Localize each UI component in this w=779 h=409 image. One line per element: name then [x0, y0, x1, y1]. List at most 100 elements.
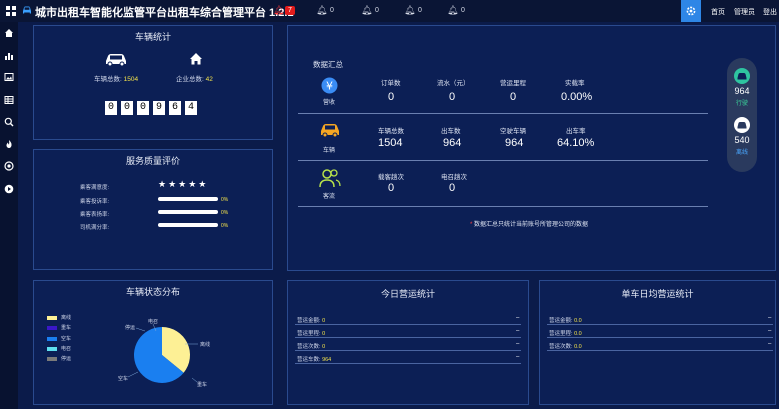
play-icon[interactable] — [3, 183, 15, 195]
stat-dash: – — [516, 315, 520, 321]
turnover-value: 0 — [449, 91, 456, 103]
praise-rate-label: 乘客表扬率: — [80, 212, 110, 218]
pie-label-call: 电召 — [148, 318, 158, 325]
company-total-value: 42 — [205, 76, 213, 83]
legend-item[interactable]: 空车 — [47, 335, 71, 342]
flame-icon[interactable] — [3, 138, 15, 150]
nav-admin-link[interactable]: 管理员 — [734, 7, 755, 17]
turnover-label: 流水（元） — [437, 80, 470, 87]
offline-count: 540 — [734, 135, 750, 145]
pie-label-empty: 空车 — [118, 375, 128, 382]
complaint-rate-value: 0% — [221, 197, 229, 203]
order-count-value: 0 — [388, 91, 395, 103]
nav-home-link[interactable]: 首页 — [711, 7, 725, 17]
stat-row: 营运金额: 0.0 — [549, 318, 582, 324]
service-quality-panel: 服务质量评价 乘客满意度: ★★★★★ 乘客投诉率: 0% 乘客表扬率: 0% … — [33, 149, 273, 270]
panel-title: 车辆统计 — [134, 32, 171, 42]
bell-icon[interactable]: 🔔︎ — [447, 5, 458, 16]
apps-grid-icon[interactable] — [6, 6, 16, 16]
stat-dash: – — [516, 328, 520, 334]
taxi-icon — [321, 124, 339, 138]
stat-row: 营运里程: 0 — [297, 331, 326, 337]
table-icon[interactable] — [3, 94, 15, 106]
status-pie-chart: 电召 停运 离线 空车 重车 — [118, 318, 210, 388]
digit-box: 6 — [169, 101, 181, 115]
home-icon[interactable] — [3, 27, 15, 39]
nav-logout-link[interactable]: 登出 — [763, 7, 777, 17]
stat-line — [295, 324, 521, 325]
digit-box: 0 — [121, 101, 133, 115]
trips-value: 0 — [388, 182, 395, 194]
camera-icon[interactable] — [3, 160, 15, 172]
satisfaction-label: 乘客满意度: — [80, 185, 110, 191]
stat-dash: – — [768, 341, 772, 347]
mileage-label: 营运里程 — [500, 80, 526, 87]
empty-vehicles-value: 964 — [505, 137, 524, 149]
legend-swatch — [47, 315, 57, 320]
avg-ops-panel: 单车日均营运统计 营运金额: 0.0 – 营运里程: 0.0 – 营运次数: 0… — [539, 280, 776, 405]
revenue-caption: 营收 — [322, 100, 335, 106]
divider — [298, 206, 708, 207]
offline-car-icon[interactable] — [734, 117, 750, 133]
trips-label: 载客趟次 — [378, 174, 404, 181]
bell-icon[interactable]: 🔔︎ — [361, 5, 372, 16]
today-ops-panel: 今日营运统计 营运金额: 0 – 营运里程: 0 – 营运次数: 0 – 营运车… — [287, 280, 529, 405]
company-total-label: 企业总数: 42 — [176, 76, 213, 83]
passenger-caption: 客流 — [322, 194, 335, 200]
legend-item[interactable]: 停运 — [47, 355, 71, 362]
passengers-icon — [319, 169, 341, 188]
legend-item[interactable]: 重车 — [47, 324, 71, 331]
top-bar: 城市出租车智能化监管平台出租车综合管理平台 1.2.1 🔔︎ 7 🔔︎ 0 🔔︎… — [0, 0, 779, 22]
bar-chart-icon[interactable] — [3, 50, 15, 62]
yuan-icon: ¥ — [321, 77, 338, 94]
stat-row: 营运车数: 964 — [297, 357, 332, 363]
alarm-count-badge: 7 — [285, 6, 295, 15]
panel-title: 今日营运统计 — [380, 289, 435, 299]
bell-icon[interactable]: 🔔︎ — [404, 5, 415, 16]
driver-score-bar — [158, 223, 218, 227]
legend-item[interactable]: 电召 — [47, 345, 71, 352]
mileage-value: 0 — [510, 91, 517, 103]
vehicle-status-floater: 964 行驶 540 离线 — [727, 58, 757, 172]
dispatch-rate-label: 出车率 — [566, 128, 586, 135]
settings-button[interactable] — [681, 0, 701, 22]
driving-label: 行驶 — [735, 101, 748, 107]
bell-icon[interactable]: 🔔︎ — [316, 5, 327, 16]
pie-label-occupied: 重车 — [197, 381, 207, 388]
legend-item[interactable]: 离线 — [47, 314, 71, 321]
empty-vehicles-label: 空驶车辆 — [500, 128, 526, 135]
panel-title: 单车日均营运统计 — [621, 289, 694, 299]
summary-title: 数据汇总 — [313, 60, 343, 69]
call-trips-value: 0 — [449, 182, 456, 194]
praise-rate-bar — [158, 210, 218, 214]
panel-title: 服务质量评价 — [125, 156, 180, 166]
stat-dash: – — [768, 328, 772, 334]
legend-swatch — [47, 325, 57, 330]
vehicle-total-value: 1504 — [378, 137, 403, 149]
data-summary-panel: 数据汇总 ¥ 营收 订单数 0 流水（元） 0 营运里程 0 实载率 0.00%… — [287, 25, 776, 271]
driving-car-icon[interactable] — [734, 68, 750, 84]
gear-icon — [686, 6, 696, 16]
vehicle-stats-panel: 车辆统计 车辆总数: 1504 企业总数: 42 — [33, 25, 273, 140]
dispatched-label: 出车数 — [441, 128, 461, 135]
stat-line — [547, 337, 773, 338]
legend-swatch — [47, 356, 57, 361]
stat-line — [295, 363, 521, 364]
search-icon[interactable] — [3, 116, 15, 128]
vehicle-total-label: 车辆总数 — [378, 128, 404, 135]
order-count-label: 订单数 — [381, 80, 401, 87]
stat-line — [547, 324, 773, 325]
notification-count: 0 — [375, 7, 379, 14]
vehicle-total-label: 车辆总数: 1504 — [94, 76, 139, 83]
pie-label-offline: 离线 — [200, 341, 210, 348]
house-icon — [190, 53, 202, 65]
rating-stars: ★★★★★ — [158, 179, 209, 189]
alarm-bell-icon[interactable]: 🔔︎ — [273, 5, 284, 16]
vehicle-caption: 车辆 — [322, 148, 335, 154]
notification-count: 0 — [461, 7, 465, 14]
load-rate-label: 实载率 — [565, 80, 585, 87]
image-icon[interactable] — [3, 71, 15, 83]
pie-label-stopped: 停运 — [125, 324, 135, 331]
left-sidebar — [0, 22, 18, 409]
notification-count: 0 — [418, 7, 422, 14]
